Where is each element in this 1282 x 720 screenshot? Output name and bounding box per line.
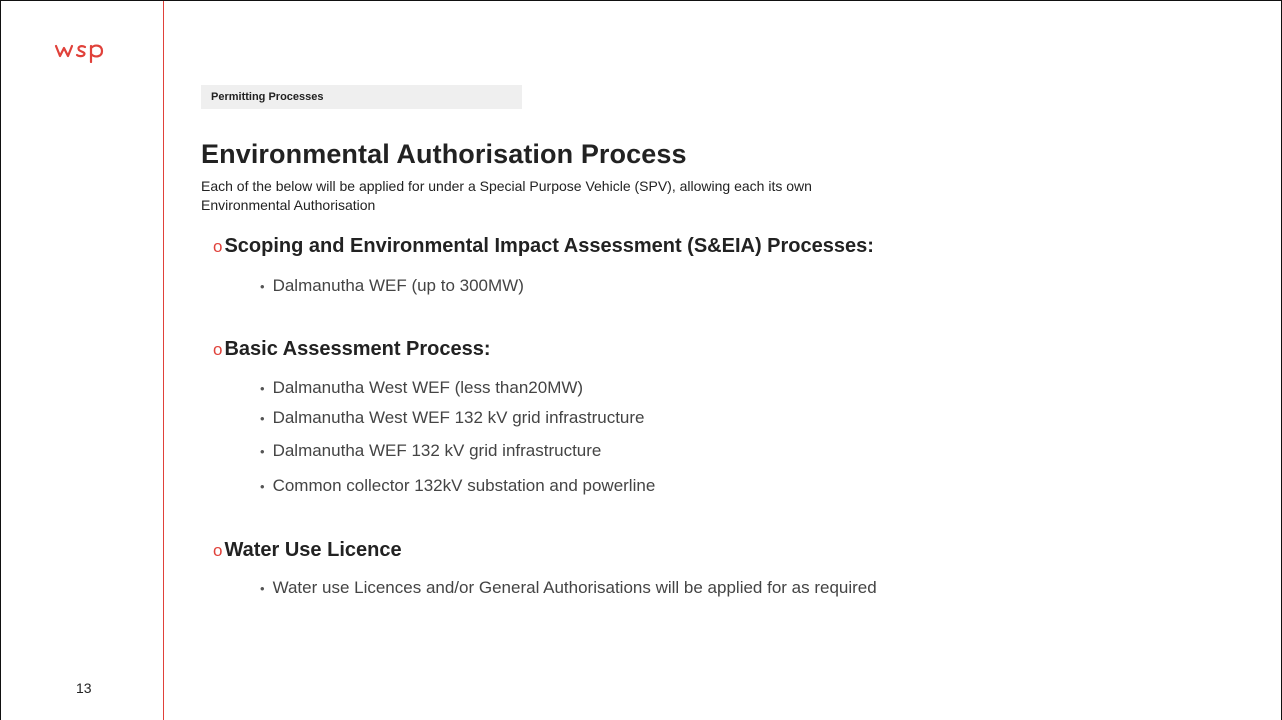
list-item-label: Common collector 132kV substation and po… bbox=[272, 476, 656, 495]
wsp-logo bbox=[54, 44, 104, 63]
list-item-label: Dalmanutha West WEF 132 kV grid infrastr… bbox=[272, 408, 645, 427]
list-item-label: Dalmanutha WEF 132 kV grid infrastructur… bbox=[272, 441, 602, 460]
circle-bullet-icon: o bbox=[213, 340, 223, 359]
bullet-icon: • bbox=[260, 479, 265, 494]
list-item: • Common collector 132kV substation and … bbox=[260, 476, 655, 496]
section-heading-label: Water Use Licence bbox=[224, 539, 402, 561]
circle-bullet-icon: o bbox=[213, 237, 223, 256]
circle-bullet-icon: o bbox=[213, 541, 223, 560]
bullet-icon: • bbox=[260, 581, 265, 596]
bullet-icon: • bbox=[260, 411, 265, 426]
list-item-label: Water use Licences and/or General Author… bbox=[272, 578, 877, 597]
list-item: • Dalmanutha WEF 132 kV grid infrastruct… bbox=[260, 441, 601, 461]
page-subtitle: Each of the below will be applied for un… bbox=[201, 178, 812, 213]
list-item: • Dalmanutha WEF (up to 300MW) bbox=[260, 276, 524, 296]
slide: 13 Permitting Processes Environmental Au… bbox=[0, 0, 1282, 720]
section-heading-water-use: o Water Use Licence bbox=[213, 539, 402, 562]
section-heading-label: Basic Assessment Process: bbox=[224, 338, 491, 360]
list-item-label: Dalmanutha West WEF (less than20MW) bbox=[272, 378, 584, 397]
list-item-label: Dalmanutha WEF (up to 300MW) bbox=[272, 276, 524, 295]
section-heading-seia: o Scoping and Environmental Impact Asses… bbox=[213, 235, 874, 258]
bullet-icon: • bbox=[260, 381, 265, 396]
vertical-divider bbox=[163, 1, 164, 720]
page-number: 13 bbox=[76, 680, 92, 696]
section-heading-basic-assessment: o Basic Assessment Process: bbox=[213, 338, 491, 361]
list-item: • Water use Licences and/or General Auth… bbox=[260, 578, 877, 598]
section-heading-label: Scoping and Environmental Impact Assessm… bbox=[224, 235, 874, 257]
page-title: Environmental Authorisation Process bbox=[201, 139, 687, 169]
bullet-icon: • bbox=[260, 444, 265, 459]
list-item: • Dalmanutha West WEF (less than20MW) bbox=[260, 378, 583, 398]
bullet-icon: • bbox=[260, 279, 265, 294]
list-item: • Dalmanutha West WEF 132 kV grid infras… bbox=[260, 408, 645, 428]
section-tag: Permitting Processes bbox=[201, 85, 522, 109]
